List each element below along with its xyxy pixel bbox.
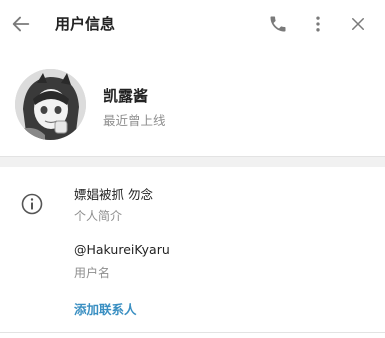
page-title: 用户信息 xyxy=(55,15,116,33)
user-display-name: 凯露酱 xyxy=(103,87,149,105)
close-button[interactable] xyxy=(345,11,371,37)
arrow-left-icon xyxy=(12,16,30,32)
more-options-button[interactable] xyxy=(305,11,331,37)
section-divider xyxy=(0,156,385,167)
bio-label: 个人简介 xyxy=(74,209,123,223)
info-icon xyxy=(20,192,44,216)
phone-icon xyxy=(270,16,286,32)
top-bar: 用户信息 xyxy=(0,0,385,48)
username-text[interactable]: @HakureiKyaru xyxy=(74,242,170,257)
username-label: 用户名 xyxy=(74,266,111,280)
avatar[interactable] xyxy=(15,69,86,140)
more-vertical-icon xyxy=(316,16,320,32)
bio-text: 嫖娼被抓 勿念 xyxy=(74,187,153,202)
call-button[interactable] xyxy=(265,11,291,37)
bottom-divider xyxy=(0,332,385,333)
close-icon xyxy=(352,18,364,30)
back-button[interactable] xyxy=(8,11,34,37)
add-contact-button[interactable]: 添加联系人 xyxy=(74,299,137,318)
profile-section: 凯露酱 最近曾上线 xyxy=(0,48,385,156)
last-seen-status: 最近曾上线 xyxy=(103,113,166,128)
avatar-image xyxy=(15,69,86,140)
